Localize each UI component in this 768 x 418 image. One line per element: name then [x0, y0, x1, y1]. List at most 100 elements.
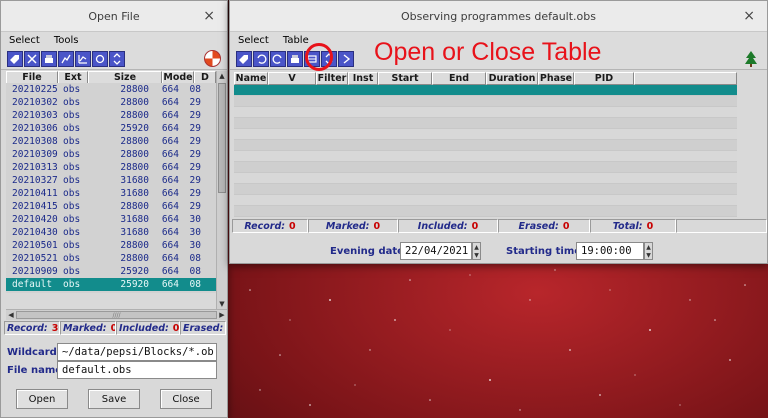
file-cell-mode: 664: [161, 84, 179, 95]
starting-time-input[interactable]: 19:00:00: [576, 242, 644, 260]
file-row[interactable]: 20210327 obs 31680 664 29: [6, 174, 216, 187]
file-cell-size: 28800: [120, 201, 149, 212]
col-phase[interactable]: Phase: [538, 72, 574, 85]
obs-table-row[interactable]: [234, 162, 737, 173]
file-row[interactable]: 20210430 obs 31680 664 30: [6, 226, 216, 239]
file-cell-d: 08: [189, 279, 201, 290]
open-file-title: Open File: [88, 9, 140, 23]
chart-icon[interactable]: [58, 50, 74, 67]
file-cell-ext: obs: [63, 253, 81, 264]
file-cell-d: 29: [189, 110, 201, 121]
obs-table-row[interactable]: [234, 151, 737, 162]
close-icon[interactable]: ×: [743, 8, 755, 24]
starting-time-spinner[interactable]: ▲ ▼: [644, 242, 653, 260]
obs-table-row[interactable]: [234, 206, 737, 217]
file-row[interactable]: 20210521 obs 28800 664 08: [6, 252, 216, 265]
tag-icon[interactable]: [236, 50, 252, 67]
obs-table-row[interactable]: [234, 85, 737, 96]
next-icon[interactable]: [338, 50, 354, 67]
file-cell-d: 30: [189, 214, 201, 225]
obs-table-row[interactable]: [234, 195, 737, 206]
file-row[interactable]: 20210303 obs 28800 664 29: [6, 109, 216, 122]
menu-select[interactable]: Select: [9, 35, 40, 46]
menu-select[interactable]: Select: [238, 35, 269, 46]
file-row[interactable]: 20210225 obs 28800 664 08: [6, 83, 216, 96]
file-cell-file: 20210430: [12, 227, 58, 238]
col-inst[interactable]: Inst: [348, 72, 378, 85]
obs-table-row[interactable]: [234, 118, 737, 129]
col-duration[interactable]: Duration: [486, 72, 538, 85]
wildcard-input[interactable]: ~/data/pepsi/Blocks/*.ob: [57, 343, 217, 361]
save-button[interactable]: Save: [88, 389, 140, 409]
print-icon[interactable]: [41, 50, 57, 67]
file-row[interactable]: 20210411 obs 31680 664 29: [6, 187, 216, 200]
filename-input[interactable]: default.obs: [57, 361, 217, 379]
wildcard-label: Wildcard:: [7, 346, 61, 358]
col-v[interactable]: V: [268, 72, 316, 85]
file-row[interactable]: default obs 25920 664 08: [6, 278, 216, 291]
col-filter[interactable]: Filter: [316, 72, 348, 85]
tag-icon[interactable]: [7, 50, 23, 67]
obs-table-row[interactable]: [234, 173, 737, 184]
file-cell-file: 20210327: [12, 175, 58, 186]
file-cell-d: 08: [189, 253, 201, 264]
file-cell-ext: obs: [63, 227, 81, 238]
obs-table-row[interactable]: [234, 140, 737, 151]
evening-date-spinner[interactable]: ▲ ▼: [472, 242, 481, 260]
col-pid[interactable]: PID: [574, 72, 634, 85]
file-row[interactable]: 20210909 obs 25920 664 08: [6, 265, 216, 278]
obs-table-row[interactable]: [234, 184, 737, 195]
file-row[interactable]: 20210420 obs 31680 664 30: [6, 213, 216, 226]
file-row[interactable]: 20210306 obs 25920 664 29: [6, 122, 216, 135]
graph-icon[interactable]: [75, 50, 91, 67]
file-cell-d: 29: [189, 123, 201, 134]
file-row[interactable]: 20210309 obs 28800 664 29: [6, 148, 216, 161]
close-button[interactable]: Close: [160, 389, 212, 409]
obs-titlebar[interactable]: Observing programmes default.obs ×: [230, 1, 767, 32]
menu-tools[interactable]: Tools: [54, 35, 79, 46]
print-icon[interactable]: [287, 50, 303, 67]
file-list-scrollbar[interactable]: ▲ ▼: [216, 71, 227, 309]
col-end[interactable]: End: [432, 72, 486, 85]
file-cell-file: 20210303: [12, 110, 58, 121]
col-name[interactable]: Name: [234, 72, 268, 85]
sort-icon[interactable]: [109, 50, 125, 67]
file-cell-size: 31680: [120, 188, 149, 199]
file-cell-size: 28800: [120, 84, 149, 95]
file-row[interactable]: 20210415 obs 28800 664 29: [6, 200, 216, 213]
evening-date-input[interactable]: 22/04/2021: [400, 242, 472, 260]
obs-table-body[interactable]: [234, 85, 737, 217]
hscroll-thumb[interactable]: ////: [16, 311, 217, 319]
file-row[interactable]: 20210501 obs 28800 664 30: [6, 239, 216, 252]
refresh-icon[interactable]: [92, 50, 108, 67]
file-list[interactable]: 20210225 obs 28800 664 08 20210302 obs 28800 664…: [6, 83, 216, 293]
scroll-down-icon[interactable]: ▼: [217, 299, 227, 309]
open-file-titlebar[interactable]: Open File ×: [1, 1, 227, 32]
close-icon[interactable]: ×: [203, 8, 215, 24]
tree-icon[interactable]: [743, 50, 759, 67]
file-row[interactable]: 20210302 obs 28800 664 29: [6, 96, 216, 109]
scroll-right-icon[interactable]: ▶: [217, 310, 227, 320]
evening-date-row: Evening date: 22/04/2021 ▲ ▼: [330, 242, 481, 260]
undo-icon[interactable]: [253, 50, 269, 67]
obs-table-row[interactable]: [234, 96, 737, 107]
obs-table-row[interactable]: [234, 129, 737, 140]
redo-icon[interactable]: [270, 50, 286, 67]
file-row[interactable]: 20210313 obs 28800 664 29: [6, 161, 216, 174]
scroll-thumb[interactable]: [218, 83, 226, 193]
open-button[interactable]: Open: [16, 389, 68, 409]
cross-icon[interactable]: [24, 50, 40, 67]
file-cell-ext: obs: [63, 188, 81, 199]
menu-table[interactable]: Table: [283, 35, 309, 46]
scroll-left-icon[interactable]: ◀: [6, 310, 16, 320]
file-cell-ext: obs: [63, 240, 81, 251]
file-cell-size: 28800: [120, 149, 149, 160]
obs-table-row[interactable]: [234, 107, 737, 118]
scroll-up-icon[interactable]: ▲: [217, 71, 227, 81]
file-cell-mode: 664: [161, 123, 179, 134]
file-row[interactable]: 20210308 obs 28800 664 29: [6, 135, 216, 148]
obs-title: Observing programmes default.obs: [401, 9, 596, 23]
file-list-hscrollbar[interactable]: ◀ //// ▶: [6, 309, 227, 320]
col-start[interactable]: Start: [378, 72, 432, 85]
lifebuoy-icon[interactable]: [204, 50, 221, 67]
